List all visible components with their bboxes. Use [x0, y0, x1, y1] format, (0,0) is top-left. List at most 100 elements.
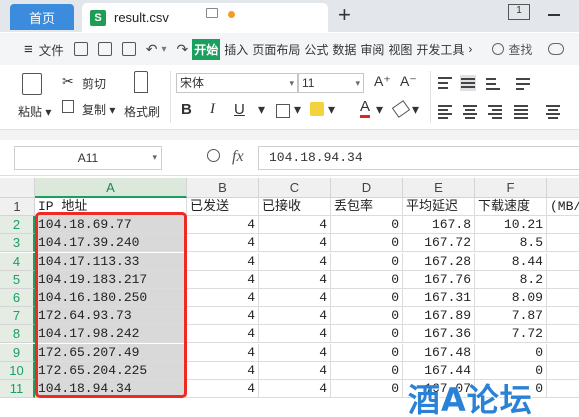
column-header[interactable]: B — [187, 178, 259, 198]
border-icon[interactable] — [276, 104, 290, 118]
ip-cell[interactable]: 104.16.180.250 — [35, 289, 187, 307]
data-cell[interactable] — [547, 344, 579, 362]
row-header[interactable]: 8 — [0, 325, 35, 344]
data-cell[interactable]: 167.76 — [403, 270, 475, 289]
save-icon[interactable] — [73, 42, 88, 56]
data-cell[interactable]: 7.87 — [475, 307, 547, 326]
column-header[interactable] — [547, 178, 579, 198]
ip-cell[interactable]: 172.65.204.225 — [35, 361, 187, 380]
data-cell[interactable]: 4 — [187, 252, 259, 271]
data-cell[interactable]: 167.44 — [403, 361, 475, 380]
ip-cell[interactable]: 172.65.207.49 — [35, 343, 187, 362]
justify-icon[interactable] — [514, 103, 530, 119]
tab-start[interactable]: 开始 — [192, 38, 221, 60]
bold-button[interactable]: B — [181, 101, 192, 118]
data-cell[interactable]: 167.48 — [403, 343, 475, 362]
minimize-button[interactable] — [548, 14, 560, 16]
tab-developer[interactable]: 开发工具 — [416, 41, 464, 58]
fill-color-icon[interactable] — [310, 102, 324, 116]
column-header[interactable]: E — [403, 178, 475, 198]
data-cell[interactable]: 4 — [187, 270, 259, 289]
format-painter-button[interactable]: 格式刷 — [124, 103, 160, 120]
wrap-text-icon[interactable] — [516, 75, 532, 91]
data-cell[interactable]: 4 — [259, 270, 331, 289]
data-cell[interactable]: 4 — [187, 216, 259, 235]
row-header[interactable]: 5 — [0, 270, 35, 289]
data-cell[interactable]: 0 — [331, 307, 403, 326]
data-cell[interactable]: 8.09 — [475, 289, 547, 307]
data-cell[interactable]: 4 — [259, 234, 331, 253]
data-cell[interactable]: 4 — [187, 289, 259, 307]
align-left-icon[interactable] — [438, 103, 454, 119]
header-cell[interactable]: 已接收 — [259, 198, 331, 216]
hamburger-icon[interactable]: ≡ — [24, 41, 33, 58]
chevron-down-icon[interactable]: ▾ — [162, 44, 167, 55]
data-cell[interactable]: 4 — [259, 307, 331, 326]
data-cell[interactable]: 10.21 — [475, 216, 547, 235]
data-cell[interactable] — [547, 289, 579, 307]
undo-icon[interactable]: ↶ — [146, 41, 158, 58]
header-cell[interactable]: 平均延迟 — [403, 198, 475, 216]
underline-button[interactable]: U — [234, 101, 245, 118]
data-cell[interactable]: 0 — [331, 361, 403, 380]
select-all-corner[interactable] — [0, 178, 35, 198]
data-cell[interactable] — [547, 362, 579, 380]
header-cell[interactable]: 下载速度 — [475, 198, 547, 216]
data-cell[interactable]: 4 — [259, 361, 331, 380]
ip-cell[interactable]: 172.64.93.73 — [35, 307, 187, 326]
chevron-down-icon[interactable]: ▾ — [258, 101, 265, 118]
header-cell[interactable]: 已发送 — [187, 198, 259, 216]
data-cell[interactable] — [547, 234, 579, 253]
copy-button[interactable]: 复制 ▾ — [82, 101, 115, 118]
data-cell[interactable] — [547, 216, 579, 235]
menu-file[interactable]: 文件 — [39, 40, 64, 59]
data-cell[interactable] — [547, 380, 579, 398]
data-cell[interactable] — [547, 253, 579, 271]
data-cell[interactable]: 0 — [331, 325, 403, 344]
column-header[interactable]: D — [331, 178, 403, 198]
chevron-down-icon[interactable]: ▾ — [328, 101, 335, 118]
cloud-icon[interactable] — [548, 43, 565, 55]
tab-review[interactable]: 审阅 — [360, 41, 384, 58]
export-icon[interactable] — [97, 42, 112, 56]
zoom-icon[interactable] — [207, 149, 220, 162]
scissors-icon[interactable]: ✂ — [62, 73, 74, 90]
column-header[interactable]: C — [259, 178, 331, 198]
formula-input[interactable]: 104.18.94.34 — [258, 146, 579, 170]
tab-home[interactable]: 首页 — [10, 4, 74, 30]
data-cell[interactable]: 167.36 — [403, 325, 475, 344]
format-painter-icon[interactable] — [134, 71, 148, 93]
chevron-down-icon[interactable]: ▾ — [376, 101, 383, 118]
font-size-select[interactable]: 11 ▾ — [298, 73, 364, 93]
data-cell[interactable]: 4 — [259, 325, 331, 344]
ip-cell[interactable]: 104.18.69.77 — [35, 216, 187, 235]
chevron-right-icon[interactable]: › — [468, 42, 472, 56]
data-cell[interactable]: 167.28 — [403, 252, 475, 271]
column-header[interactable]: F — [475, 178, 547, 198]
row-header[interactable]: 2 — [0, 216, 35, 235]
data-cell[interactable]: 0 — [331, 216, 403, 235]
shrink-font-button[interactable]: A⁻ — [400, 73, 417, 90]
tab-formula[interactable]: 公式 — [304, 41, 328, 58]
data-cell[interactable]: 4 — [187, 307, 259, 326]
grow-font-button[interactable]: A⁺ — [374, 73, 391, 90]
align-middle-icon[interactable] — [460, 75, 476, 91]
data-cell[interactable]: 0 — [331, 252, 403, 271]
copy-icon[interactable] — [62, 100, 74, 113]
align-right-icon[interactable] — [486, 103, 502, 119]
align-center-icon[interactable] — [462, 103, 478, 119]
data-cell[interactable]: 0 — [331, 234, 403, 253]
data-cell[interactable]: 4 — [187, 361, 259, 380]
tab-insert[interactable]: 插入 — [224, 41, 248, 58]
chevron-down-icon[interactable]: ▾ — [294, 101, 301, 118]
data-cell[interactable]: 0 — [331, 380, 403, 398]
row-header[interactable]: 4 — [0, 252, 35, 271]
new-tab-button[interactable]: + — [338, 3, 351, 27]
data-cell[interactable]: 4 — [259, 289, 331, 307]
ip-cell[interactable]: 104.19.183.217 — [35, 270, 187, 289]
search-button[interactable]: 查找 — [492, 41, 532, 58]
ip-cell[interactable]: 104.17.113.33 — [35, 252, 187, 271]
header-cell[interactable]: IP 地址 — [35, 198, 187, 216]
font-color-button[interactable]: A — [360, 99, 371, 118]
name-box[interactable]: A11 ▾ — [14, 146, 162, 170]
